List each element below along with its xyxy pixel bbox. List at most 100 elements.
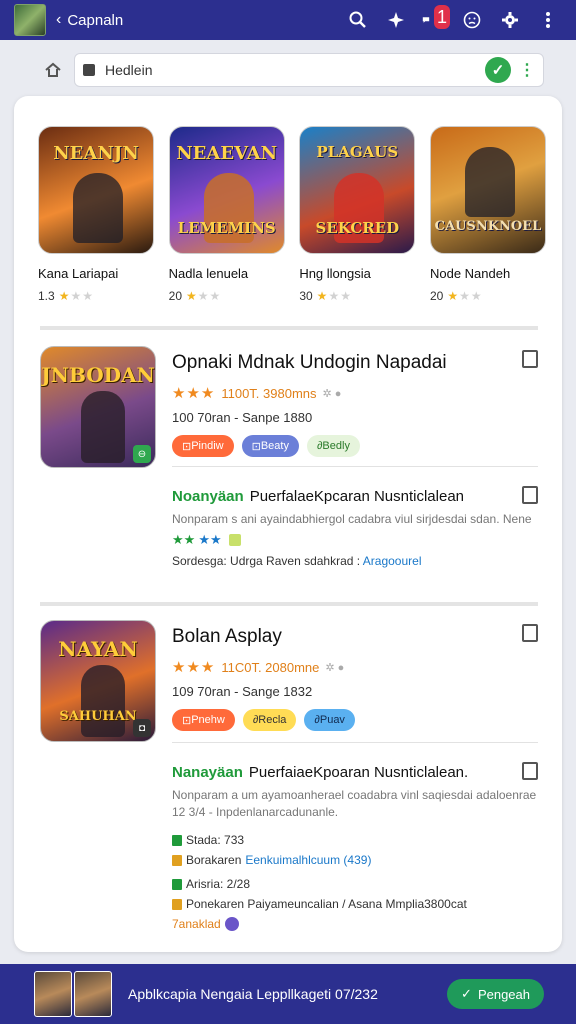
character-art xyxy=(73,173,123,243)
app-tags: ⊡ Pindiw ⊡ Beaty ∂ Bedly xyxy=(172,435,538,457)
character-art xyxy=(464,147,515,217)
app-thumbnail[interactable]: NAYAN SAHUHAN ◘ xyxy=(40,620,156,742)
stat-row: 7anaklad xyxy=(172,917,538,931)
character-art xyxy=(81,665,125,737)
stat-icon xyxy=(172,834,182,846)
footer-link[interactable]: Aragoourel xyxy=(363,554,422,568)
featured-game[interactable]: NEANJN Kana Lariapai 1.3 ★★★ xyxy=(38,126,156,303)
app-title[interactable]: Opnaki Mdnak Undogin Napadai xyxy=(172,352,538,374)
app-description: Noanyäan PuerfalaeKpcaran Nusnticlalean N… xyxy=(172,486,538,568)
app-listing[interactable]: NAYAN SAHUHAN ◘ Bolan Asplay ★★★ 11C0T. … xyxy=(40,620,538,742)
stat-row: Ponekaren Paiyameuncalian / Asana Mmplia… xyxy=(172,897,538,911)
tag-chip[interactable]: ⊡ Beaty xyxy=(241,435,299,457)
app-icon[interactable] xyxy=(14,4,46,36)
rating-value: 20 xyxy=(429,289,444,303)
rating-value: 30 xyxy=(299,289,313,303)
thumbnail-subtitle: CAUSNKNOEL xyxy=(434,219,542,234)
stat-row: Borakaren Eenkuimalhlcuum (439) xyxy=(172,853,538,867)
tag-chip[interactable]: ⊡ Pnehw xyxy=(172,709,235,731)
rating-value: 20 xyxy=(168,289,183,303)
bottom-bar: Apblkcapia Nengaia Leppllkageti 07/232 ✓… xyxy=(0,964,576,1024)
bookmark-icon[interactable] xyxy=(522,762,538,780)
bookmark-icon[interactable] xyxy=(522,350,538,368)
thumbnail-subtitle: LEMEMINS xyxy=(177,219,276,237)
bookmark-icon[interactable] xyxy=(522,624,538,642)
rating-stars: ★★★ xyxy=(172,385,216,402)
description-text: Nonparam s ani ayaindabhiergol cadabra v… xyxy=(172,512,532,526)
bottom-thumbnails[interactable] xyxy=(34,971,112,1017)
featured-game[interactable]: CAUSNKNOEL Node Nandeh 20 ★★★ xyxy=(429,126,548,303)
section-divider xyxy=(40,602,538,606)
stat-row: Arisria: 2/28 xyxy=(172,877,538,891)
sparkle-icon[interactable] xyxy=(384,8,408,32)
app-listing[interactable]: JNBODAN ⊖ Opnaki Mdnak Undogin Napadai ★… xyxy=(40,346,538,468)
chat-icon[interactable]: 1 xyxy=(422,5,450,32)
refresh-icon[interactable] xyxy=(224,917,239,931)
face-icon[interactable] xyxy=(460,8,484,32)
featured-game[interactable]: PLAGAUS SEKCRED Hng llongsia 30 ★★★ xyxy=(299,126,417,303)
game-rating: 30 ★★★ xyxy=(299,289,417,303)
tag-label: Pindiw xyxy=(191,440,224,452)
bookmark-icon[interactable] xyxy=(522,486,538,504)
thumbnail-title: NAYAN xyxy=(58,637,138,661)
description-title-text: PuerfaiaeKpoaran Nusnticlalean. xyxy=(248,764,469,781)
home-icon[interactable] xyxy=(40,57,66,83)
tag-chip[interactable]: ⊡ Pindiw xyxy=(172,435,234,457)
page-title: Capnaln xyxy=(67,11,124,29)
thumbnail-title: NEAEVAN xyxy=(176,143,278,164)
stat-icon xyxy=(172,854,182,866)
game-rating: 20 ★★★ xyxy=(169,289,287,303)
more-vertical-icon[interactable] xyxy=(536,8,560,32)
app-info: Opnaki Mdnak Undogin Napadai ★★★ 1100T. … xyxy=(172,352,538,457)
back-icon[interactable]: ‹ xyxy=(56,11,61,29)
app-thumbnail[interactable] xyxy=(34,971,72,1017)
app-thumbnail[interactable]: JNBODAN ⊖ xyxy=(40,346,156,468)
thumbnail-title: PLAGAUS xyxy=(316,143,399,161)
app-meta-text: 1100T. 3980mns xyxy=(221,385,317,401)
rating-stars: ★★★ xyxy=(186,289,222,303)
stat-label: 7anaklad xyxy=(172,917,221,931)
tag-chip[interactable]: ∂ Recla xyxy=(242,709,297,731)
stat-label: Borakaren xyxy=(186,853,242,867)
address-row: Hedlein ✓ ⋮ xyxy=(0,52,576,88)
app-meta: ★★★ 1100T. 3980mns ✲ ● xyxy=(172,384,538,402)
description-footer: Sordesga: Udrga Raven sdahkrad : Aragoou… xyxy=(172,554,538,568)
stat-icon xyxy=(172,878,182,890)
app-tags: ⊡ Pnehw ∂ Recla ∂ Puav xyxy=(172,709,538,731)
tag-label: Recla xyxy=(258,714,287,726)
game-thumbnail[interactable]: CAUSNKNOEL xyxy=(429,126,546,254)
character-art xyxy=(81,391,125,463)
search-icon[interactable] xyxy=(346,8,370,32)
badge-icon xyxy=(228,534,241,546)
item-divider xyxy=(172,742,538,743)
address-bar[interactable]: Hedlein ✓ ⋮ xyxy=(74,53,544,87)
check-icon[interactable]: ✓ xyxy=(485,57,511,83)
gear-icon[interactable] xyxy=(498,8,522,32)
sparkle-icon: ✲ ● xyxy=(322,387,342,400)
app-description: Nanayäan PuerfaiaeKpoaran Nusnticlalean. … xyxy=(172,762,538,931)
action-button[interactable]: ✓ Pengeah xyxy=(447,979,544,1009)
game-thumbnail[interactable]: NEANJN xyxy=(38,126,154,254)
game-name: Nadla lenuela xyxy=(168,266,249,281)
game-name: Hng llongsia xyxy=(299,266,371,281)
thumbnail-subtitle: SEKCRED xyxy=(315,219,400,237)
bottom-bar-text: Apblkcapia Nengaia Leppllkageti 07/232 xyxy=(128,986,378,1002)
app-title[interactable]: Bolan Asplay xyxy=(172,626,538,648)
game-thumbnail[interactable]: PLAGAUS SEKCRED xyxy=(299,126,416,254)
app-info: Bolan Asplay ★★★ 11C0T. 2080mne ✲ ● 109 … xyxy=(172,626,538,731)
app-thumbnail[interactable] xyxy=(74,971,112,1017)
tag-chip[interactable]: ∂ Puav xyxy=(304,709,355,731)
more-vertical-icon[interactable]: ⋮ xyxy=(519,60,535,80)
thumbnail-title: JNBODAN xyxy=(41,363,155,387)
tag-chip[interactable]: ∂ Bedly xyxy=(306,435,360,457)
rating-stars: ★★★ xyxy=(316,289,352,303)
item-divider xyxy=(172,466,538,467)
featured-game[interactable]: NEAEVAN LEMEMINS Nadla lenuela 20 ★★★ xyxy=(168,126,287,303)
game-thumbnail[interactable]: NEAEVAN LEMEMINS xyxy=(168,126,285,254)
lock-icon xyxy=(83,64,95,76)
tag-label: Beaty xyxy=(260,440,289,452)
header-actions: 1 xyxy=(346,5,560,32)
stat-link[interactable]: Eenkuimalhlcuum (439) xyxy=(245,853,371,867)
description-title-text: PuerfalaeKpcaran Nusnticlalean xyxy=(249,488,465,505)
rating-stars: ★★★ xyxy=(447,289,483,303)
